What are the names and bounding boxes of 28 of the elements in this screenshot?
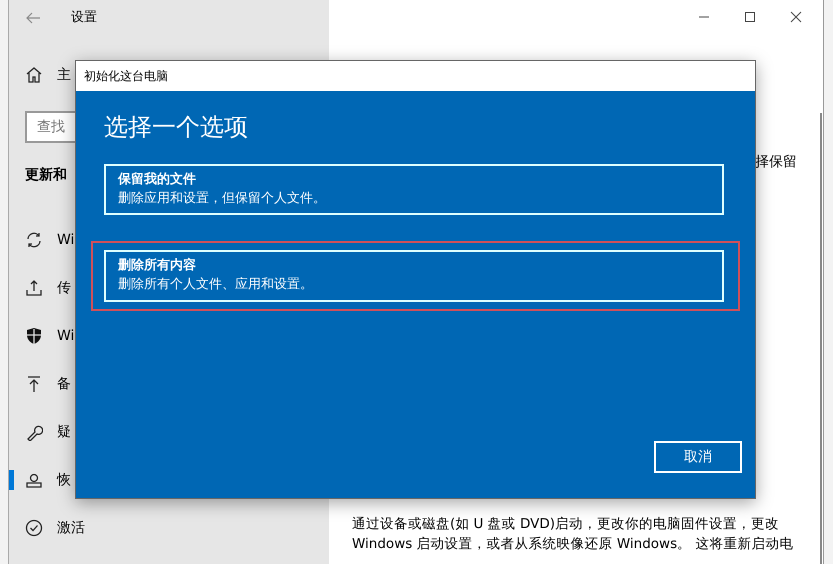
sidebar-item[interactable]: 传 xyxy=(57,278,71,298)
section-heading: 更新和 xyxy=(25,166,67,185)
sidebar-item[interactable]: Wi xyxy=(57,326,74,346)
sidebar-item[interactable]: 备 xyxy=(57,374,71,394)
sidebar-item[interactable]: Wi xyxy=(57,230,74,250)
description-text: 通过设备或磁盘(如 U 盘或 DVD)启动，更改你的电脑固件设置，更改 Windows 启动设置，或者从系统映像还原 Windows。 这将重新启动电 xyxy=(352,515,794,554)
recovery-icon xyxy=(25,471,43,489)
sidebar-item[interactable]: 主 xyxy=(57,64,71,86)
shield-icon xyxy=(25,327,43,345)
check-circle-icon xyxy=(25,519,43,537)
sidebar-item[interactable]: 疑 xyxy=(57,422,71,442)
maximize-icon xyxy=(744,11,756,23)
sync-icon xyxy=(25,231,43,249)
upload-arrow-icon xyxy=(25,375,43,393)
home-icon xyxy=(25,66,43,84)
sidebar-item[interactable]: 激活 xyxy=(57,518,85,538)
sidebar-item[interactable]: 恢 xyxy=(57,470,71,490)
window-title: 设置 xyxy=(71,9,97,28)
back-arrow-icon xyxy=(25,10,41,26)
option-button[interactable]: 删除所有内容 删除所有个人文件、应用和设置。 xyxy=(104,250,724,302)
dialog-heading: 选择一个选项 xyxy=(104,113,249,142)
option-button[interactable]: 保留我的文件 删除应用和设置，但保留个人文件。 xyxy=(104,164,724,216)
upload-tray-icon xyxy=(25,279,43,297)
dialog-title: 初始化这台电脑 xyxy=(76,61,755,91)
body-text: 择保留 xyxy=(755,153,798,172)
wrench-icon xyxy=(25,423,43,441)
close-icon xyxy=(790,11,802,23)
cancel-button[interactable]: 取消 xyxy=(654,441,742,473)
